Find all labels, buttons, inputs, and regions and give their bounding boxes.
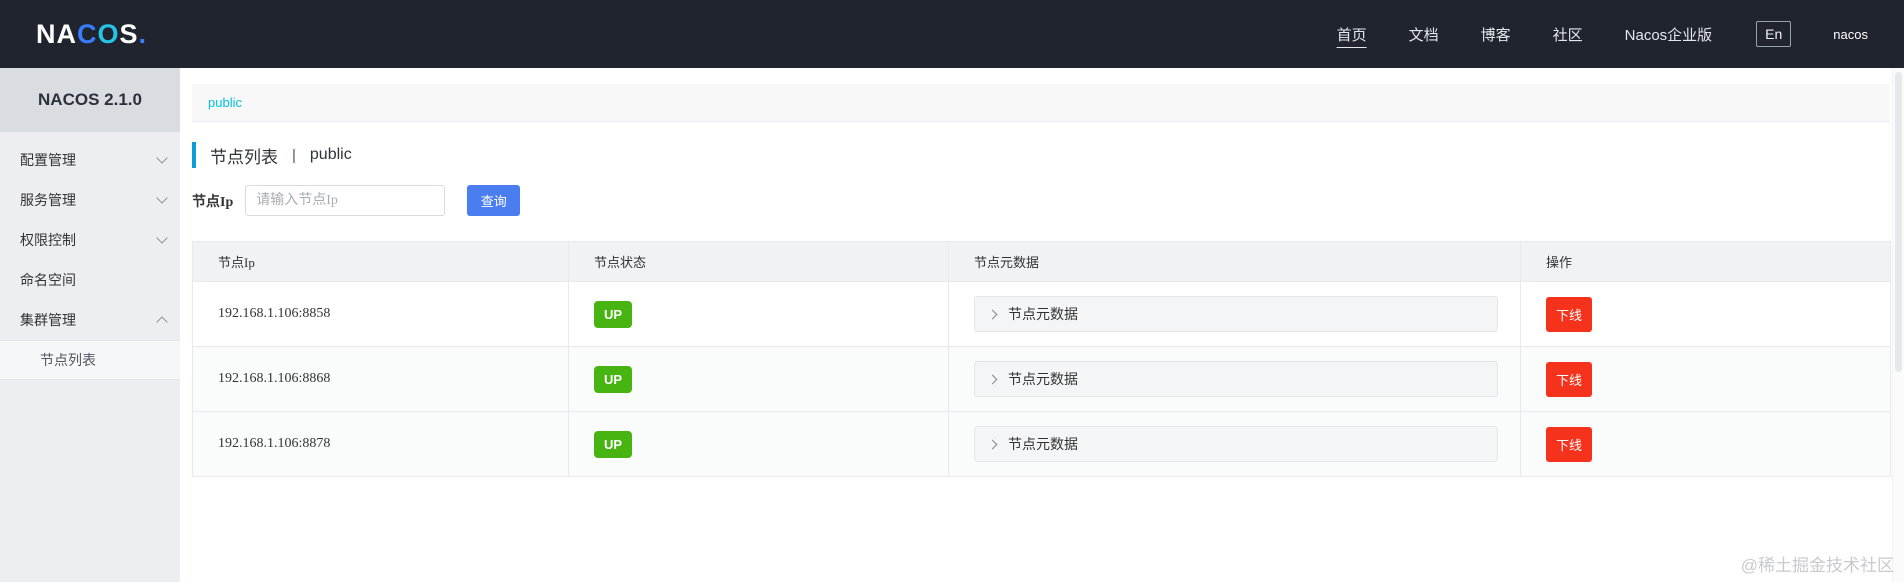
logo-text-dot: .: [138, 18, 148, 49]
column-header-node-status: 节点状态: [568, 241, 949, 282]
node-metadata-collapse[interactable]: 节点元数据: [974, 296, 1498, 332]
status-badge: UP: [594, 365, 633, 393]
nav-docs[interactable]: 文档: [1409, 24, 1439, 45]
logo-text-blue: C: [77, 18, 98, 49]
top-header: NACOS. 首页 文档 博客 社区 Nacos企业版 En nacos: [0, 0, 1904, 68]
sidebar-item-label: 命名空间: [20, 272, 76, 288]
nav-enterprise[interactable]: Nacos企业版: [1625, 24, 1713, 45]
logged-in-username[interactable]: nacos: [1833, 27, 1868, 42]
namespace-bar: public: [192, 84, 1890, 122]
chevron-right-icon: [987, 374, 998, 384]
language-toggle-button[interactable]: En: [1756, 21, 1792, 47]
table-row: 192.168.1.106:8868 UP 节点元数据 下线: [192, 346, 1891, 412]
chevron-down-icon: [156, 232, 168, 244]
chevron-up-icon: [156, 316, 168, 328]
status-badge: UP: [594, 430, 633, 458]
column-header-node-metadata: 节点元数据: [948, 241, 1521, 282]
sidebar-item-cluster-management[interactable]: 集群管理: [0, 300, 180, 340]
page-title-namespace: public: [309, 146, 352, 163]
logo-text-white-1: NA: [36, 18, 77, 49]
table-header-row: 节点Ip 节点状态 节点元数据 操作: [192, 241, 1891, 282]
nav-home[interactable]: 首页: [1337, 24, 1367, 45]
node-metadata-collapse[interactable]: 节点元数据: [974, 361, 1498, 397]
sidebar-subitem-label: 节点列表: [40, 352, 96, 368]
sidebar-item-config-management[interactable]: 配置管理: [0, 140, 180, 180]
sidebar-item-label: 配置管理: [20, 152, 76, 168]
logo-text-white-2: S: [119, 18, 139, 49]
sidebar-menu: 配置管理 服务管理 权限控制 命名空间 集群管理 节点列表: [0, 132, 180, 380]
node-list-table: 节点Ip 节点状态 节点元数据 操作 192.168.1.106:8858 UP…: [192, 241, 1891, 477]
column-header-node-ip: 节点Ip: [192, 241, 569, 282]
offline-button[interactable]: 下线: [1546, 426, 1593, 462]
nav-blog[interactable]: 博客: [1481, 24, 1511, 45]
main-content: public 节点列表 | public 节点Ip 查询 节点Ip 节点状态 节…: [180, 68, 1904, 582]
node-metadata-label: 节点元数据: [1008, 436, 1078, 452]
node-metadata-label: 节点元数据: [1008, 371, 1078, 387]
offline-button[interactable]: 下线: [1546, 296, 1593, 332]
node-ip-input[interactable]: [245, 185, 446, 216]
chevron-right-icon: [987, 439, 998, 449]
title-accent-bar: [192, 142, 196, 168]
sidebar: NACOS 2.1.0 配置管理 服务管理 权限控制 命名空间 集群管理 节点列…: [0, 68, 180, 582]
sidebar-subitem-node-list[interactable]: 节点列表: [0, 340, 180, 380]
sidebar-version-label: NACOS 2.1.0: [0, 68, 180, 132]
node-ip-value: 192.168.1.106:8868: [192, 346, 569, 412]
search-form: 节点Ip 查询: [192, 185, 1890, 216]
query-button[interactable]: 查询: [467, 185, 521, 216]
chevron-right-icon: [987, 309, 998, 319]
chevron-down-icon: [156, 152, 168, 164]
page-title: 节点列表 | public: [192, 142, 1890, 168]
logo-text-cyan: O: [97, 18, 120, 49]
node-ip-value: 192.168.1.106:8878: [192, 411, 569, 477]
node-metadata-collapse[interactable]: 节点元数据: [974, 426, 1498, 462]
node-ip-value: 192.168.1.106:8858: [192, 281, 569, 347]
node-metadata-label: 节点元数据: [1008, 306, 1078, 322]
page-title-text: 节点列表: [210, 147, 278, 167]
scrollbar-thumb[interactable]: [1895, 72, 1902, 372]
node-ip-label: 节点Ip: [192, 194, 234, 210]
sidebar-item-label: 服务管理: [20, 192, 76, 208]
nav-community[interactable]: 社区: [1553, 24, 1583, 45]
sidebar-item-label: 权限控制: [20, 232, 76, 248]
sidebar-item-namespace[interactable]: 命名空间: [0, 260, 180, 300]
top-nav: 首页 文档 博客 社区 Nacos企业版 En nacos: [1295, 21, 1874, 47]
column-header-actions: 操作: [1520, 241, 1891, 282]
table-row: 192.168.1.106:8878 UP 节点元数据 下线: [192, 411, 1891, 477]
offline-button[interactable]: 下线: [1546, 361, 1593, 397]
sidebar-item-label: 集群管理: [20, 312, 76, 328]
chevron-down-icon: [156, 192, 168, 204]
table-row: 192.168.1.106:8858 UP 节点元数据 下线: [192, 281, 1891, 347]
page-title-separator: |: [292, 146, 296, 164]
namespace-tab-public[interactable]: public: [208, 95, 242, 110]
status-badge: UP: [594, 300, 633, 328]
sidebar-item-service-management[interactable]: 服务管理: [0, 180, 180, 220]
sidebar-item-permission-control[interactable]: 权限控制: [0, 220, 180, 260]
nacos-logo[interactable]: NACOS.: [36, 19, 147, 50]
juejin-watermark: @稀土掘金技术社区: [1740, 556, 1894, 575]
vertical-scrollbar[interactable]: [1892, 68, 1904, 582]
